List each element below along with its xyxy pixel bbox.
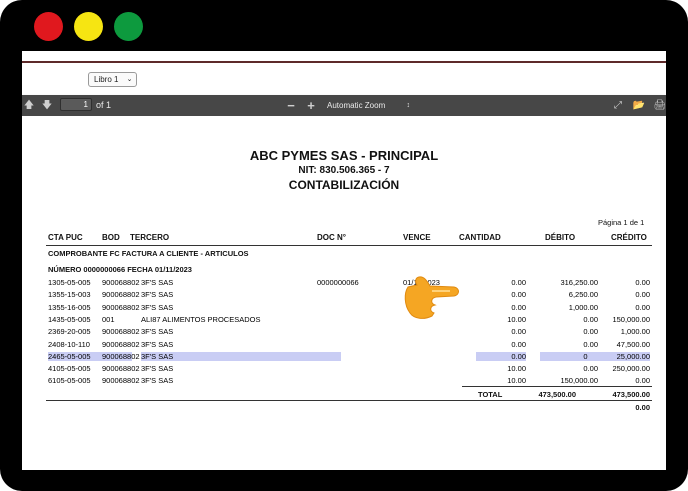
cell-cta: 6105-05-005 bbox=[48, 376, 91, 386]
cell-tercero: 3F'S SAS bbox=[141, 290, 174, 300]
page-info: Página 1 de 1 bbox=[598, 218, 645, 227]
updown-chevron-icon: ↕ bbox=[406, 102, 411, 109]
cell-bod: 001 bbox=[102, 314, 115, 324]
table-row: 1355-15-003 900068802 3F'S SAS 0.00 6,250.00… bbox=[46, 290, 652, 302]
cell-bod: 900068802 bbox=[102, 278, 140, 287]
cell-bod: 900068802 bbox=[102, 364, 140, 374]
cell-bod: 900068802 bbox=[102, 351, 140, 361]
cell-bod: 900068802 bbox=[102, 327, 140, 337]
cell-tercero: ALI87 ALIMENTOS PROCESADOS bbox=[141, 314, 261, 324]
next-page-icon[interactable]: 🡇 bbox=[40, 98, 54, 113]
total-debito: 473,500.00 bbox=[538, 390, 576, 399]
header-divider bbox=[22, 61, 666, 63]
cell-cantidad: 10.00 bbox=[507, 314, 526, 324]
column-header-vence: VENCE bbox=[403, 233, 431, 242]
table-row: 2369-20-005 900068802 3F'S SAS 0.00 0.00 1,00… bbox=[46, 327, 652, 339]
cell-cantidad: 10.00 bbox=[507, 376, 526, 386]
cell-credito: 0.00 bbox=[635, 376, 650, 386]
cell-tercero: 3F'S SAS bbox=[141, 339, 174, 349]
column-header-debito: DÉBITO bbox=[545, 233, 576, 242]
header-rule bbox=[46, 245, 652, 246]
column-header-credito: CRÉDITO bbox=[611, 233, 647, 242]
column-header-bod: BOD bbox=[102, 233, 120, 242]
zoom-in-icon[interactable]: + bbox=[304, 98, 318, 113]
page-count-label: of 1 bbox=[96, 100, 112, 110]
cell-cta: 1355-15-003 bbox=[48, 290, 91, 300]
cell-bod: 900068802 bbox=[102, 376, 140, 386]
cell-bod: 900068802 bbox=[102, 290, 140, 300]
report-title: CONTABILIZACIÓN bbox=[288, 178, 400, 192]
company-name: ABC PYMES SAS - PRINCIPAL bbox=[249, 148, 439, 163]
cell-credito: 1,000.00 bbox=[620, 327, 650, 337]
column-header-tercero: TERCERO bbox=[130, 233, 170, 242]
cell-cantidad: 0.00 bbox=[511, 278, 526, 287]
cell-cta: 4105-05-005 bbox=[48, 364, 91, 374]
cell-doc: 0000000066 bbox=[317, 278, 359, 287]
cell-cantidad: 0.00 bbox=[511, 302, 526, 312]
zoom-out-icon[interactable]: − bbox=[284, 98, 298, 113]
table-row: 4105-05-005 900068802 3F'S SAS 10.00 0.00 250… bbox=[46, 364, 652, 376]
cell-credito: 250,000.00 bbox=[612, 364, 650, 374]
company-nit: NIT: 830.506.365 - 7 bbox=[298, 165, 390, 176]
table-row: 1435-05-005 001 ALI87 ALIMENTOS PROCESADOS… bbox=[46, 315, 652, 327]
table-row: 1355-16-005 900068802 3F'S SAS 0.00 1,000.00… bbox=[46, 303, 652, 315]
total-credito: 473,500.00 bbox=[612, 390, 650, 399]
cell-tercero: 3F'S SAS bbox=[141, 351, 341, 361]
pointing-hand-icon bbox=[404, 276, 459, 319]
cell-cantidad: 10.00 bbox=[507, 364, 526, 374]
total-rule bbox=[462, 386, 652, 387]
table-row: 2408-10-110 900068802 3F'S SAS 0.00 0.00 47,5… bbox=[46, 340, 652, 352]
cell-cta: 2369-20-005 bbox=[48, 327, 91, 337]
cell-tercero: 3F'S SAS bbox=[141, 327, 174, 337]
chevron-down-icon: ⌄ bbox=[126, 76, 133, 83]
document-number-line: NÚMERO 0000000066 FECHA 01/11/2023 bbox=[48, 265, 192, 274]
table-row: 1305-05-0059000688023F'S SAS000000006601… bbox=[46, 278, 652, 290]
pdf-page: ABC PYMES SAS - PRINCIPAL NIT: 830.506.3… bbox=[22, 116, 666, 470]
cell-credito: 150,000.00 bbox=[612, 314, 650, 324]
book-select-label: Libro 1 bbox=[94, 75, 119, 84]
cell-cta: 1305-05-005 bbox=[48, 278, 91, 287]
cell-bod: 900068802 bbox=[102, 302, 140, 312]
cell-tercero: 3F'S SAS bbox=[141, 278, 174, 287]
cell-credito: 47,500.00 bbox=[616, 339, 650, 349]
cell-cta: 1355-16-005 bbox=[48, 302, 91, 312]
device-frame: Libro 1 ⌄ 🡅 🡇 1 of 1 − + Automatic Zoom … bbox=[0, 0, 688, 491]
table-row: 2465-05-0059000688023F'S SAS0.000.0025,0… bbox=[46, 351, 652, 364]
zoom-select-label: Automatic Zoom bbox=[327, 101, 386, 110]
footer-rule bbox=[46, 400, 652, 401]
close-window-button[interactable] bbox=[34, 12, 63, 41]
cell-cta: 2408-10-110 bbox=[48, 339, 90, 349]
maximize-window-button[interactable] bbox=[114, 12, 143, 41]
total-label: TOTAL bbox=[478, 390, 503, 399]
cell-bod: 900068802 bbox=[102, 339, 140, 349]
cell-tercero: 3F'S SAS bbox=[141, 376, 174, 386]
column-header-cantidad: CANTIDAD bbox=[459, 233, 501, 242]
section-title: COMPROBANTE FC FACTURA A CLIENTE - ARTIC… bbox=[48, 249, 249, 258]
difference-total: 0.00 bbox=[635, 403, 650, 412]
pdf-toolbar: 🡅 🡇 1 of 1 − + Automatic Zoom ↕ ⤢ 📂 🖨 bbox=[22, 95, 666, 116]
column-header-doc: DOC N° bbox=[317, 233, 346, 242]
minimize-window-button[interactable] bbox=[74, 12, 103, 41]
cell-cantidad: 0.00 bbox=[511, 327, 526, 337]
book-select[interactable]: Libro 1 ⌄ bbox=[88, 72, 138, 87]
cell-cantidad: 0.00 bbox=[476, 351, 526, 361]
cell-credito: 25,000.00 bbox=[588, 351, 650, 361]
previous-page-icon[interactable]: 🡅 bbox=[22, 98, 36, 113]
cell-credito: 0.00 bbox=[635, 290, 650, 300]
cell-cantidad: 0.00 bbox=[511, 339, 526, 349]
cell-credito: 0.00 bbox=[635, 278, 650, 287]
open-file-icon[interactable]: 📂 bbox=[632, 98, 646, 113]
zoom-select[interactable]: Automatic Zoom ↕ bbox=[322, 98, 416, 113]
cell-tercero: 3F'S SAS bbox=[141, 364, 174, 374]
column-header-cta: CTA PUC bbox=[48, 233, 83, 242]
print-icon[interactable]: 🖨 bbox=[653, 98, 666, 113]
fullscreen-icon[interactable]: ⤢ bbox=[611, 98, 625, 113]
browser-viewport: Libro 1 ⌄ 🡅 🡇 1 of 1 − + Automatic Zoom … bbox=[22, 51, 666, 470]
page-number-input[interactable]: 1 bbox=[60, 98, 92, 111]
cell-tercero: 3F'S SAS bbox=[141, 302, 174, 312]
cell-cta: 2465-05-005 bbox=[48, 351, 108, 361]
cell-cta: 1435-05-005 bbox=[48, 314, 91, 324]
cell-credito: 0.00 bbox=[635, 302, 650, 312]
cell-cantidad: 0.00 bbox=[511, 290, 526, 300]
